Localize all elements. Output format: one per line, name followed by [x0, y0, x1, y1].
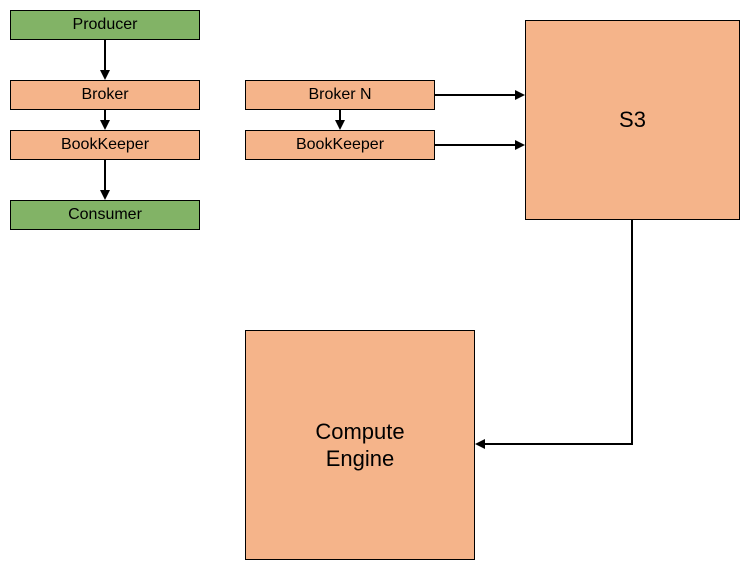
arrow-brokerN-s3	[435, 94, 515, 96]
arrowhead-producer-broker	[100, 70, 110, 80]
arrow-s3-compute-v	[631, 220, 633, 445]
broker-label: Broker	[81, 85, 128, 105]
bookkeeper-box-2: BookKeeper	[245, 130, 435, 160]
producer-box: Producer	[10, 10, 200, 40]
s3-label: S3	[619, 106, 646, 134]
arrowhead-broker-bookkeeper	[100, 120, 110, 130]
arrowhead-bookkeeper2-s3	[515, 140, 525, 150]
bookkeeper-label-1: BookKeeper	[61, 135, 149, 155]
compute-engine-label: Compute Engine	[315, 418, 404, 473]
consumer-label: Consumer	[68, 205, 142, 225]
arrowhead-s3-compute	[475, 439, 485, 449]
arrow-s3-compute-h	[485, 443, 633, 445]
broker-n-label: Broker N	[308, 85, 371, 105]
bookkeeper-box-1: BookKeeper	[10, 130, 200, 160]
s3-box: S3	[525, 20, 740, 220]
arrow-producer-broker	[104, 40, 106, 70]
arrowhead-brokerN-s3	[515, 90, 525, 100]
compute-engine-box: Compute Engine	[245, 330, 475, 560]
architecture-diagram: Producer Broker Broker N BookKeeper Book…	[0, 0, 756, 580]
bookkeeper-label-2: BookKeeper	[296, 135, 384, 155]
broker-box: Broker	[10, 80, 200, 110]
arrow-bookkeeper2-s3	[435, 144, 515, 146]
arrowhead-brokerN-bookkeeper	[335, 120, 345, 130]
consumer-box: Consumer	[10, 200, 200, 230]
broker-n-box: Broker N	[245, 80, 435, 110]
arrow-bookkeeper-consumer	[104, 160, 106, 190]
arrowhead-bookkeeper-consumer	[100, 190, 110, 200]
producer-label: Producer	[73, 15, 138, 35]
